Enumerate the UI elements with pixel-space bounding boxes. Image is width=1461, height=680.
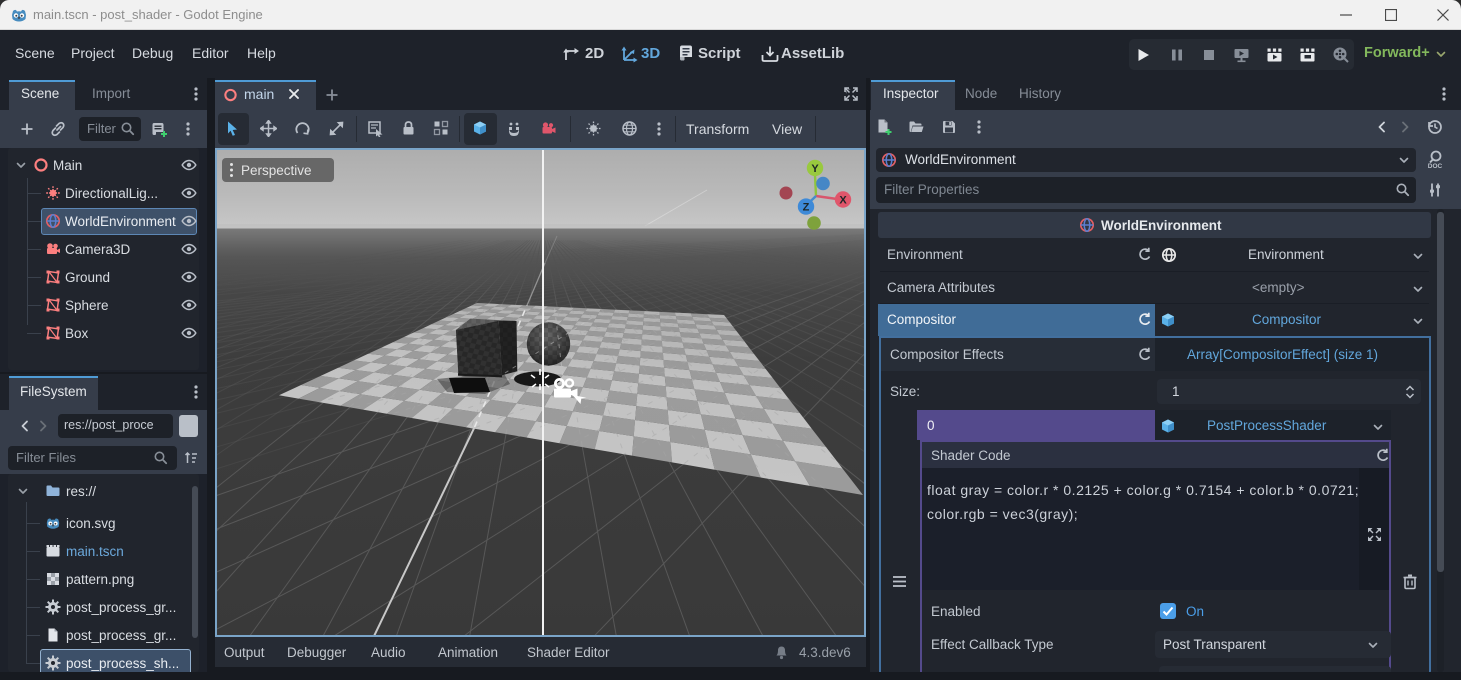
svg-text:DOC: DOC xyxy=(1428,163,1443,169)
svg-text:X: X xyxy=(839,195,847,207)
svg-text:Z: Z xyxy=(803,202,810,214)
svg-text:Perspective: Perspective xyxy=(241,163,312,178)
svg-text:Y: Y xyxy=(811,163,819,175)
